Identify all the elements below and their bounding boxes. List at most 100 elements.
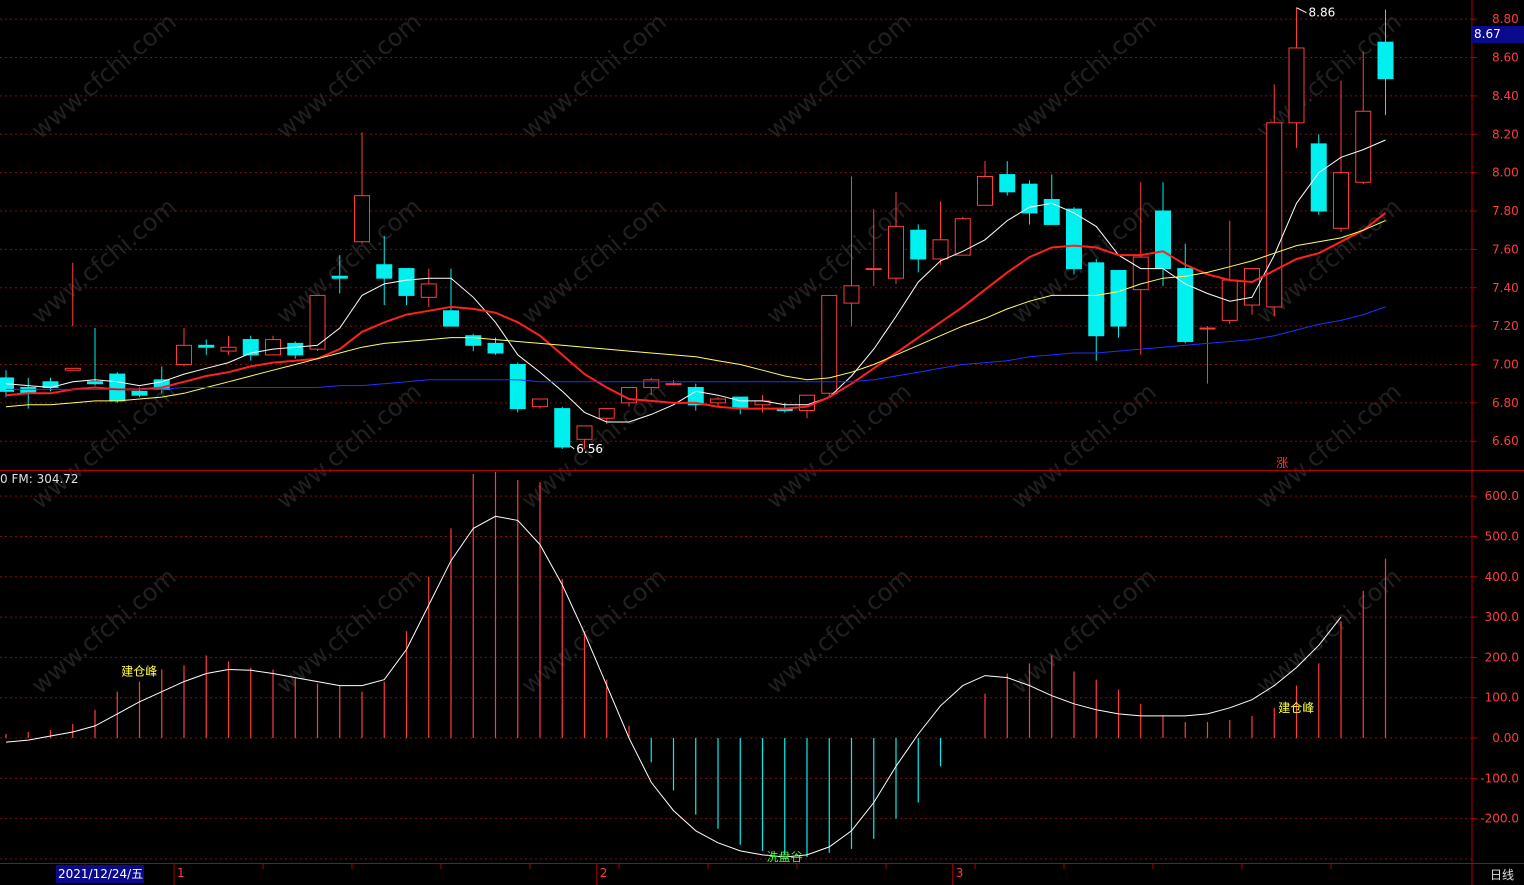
month-label: 2 bbox=[600, 866, 608, 880]
candle-up bbox=[420, 283, 437, 298]
candle-up bbox=[1199, 327, 1216, 330]
price-tick-label: 8.40 bbox=[1492, 89, 1519, 103]
high-marker bbox=[1296, 7, 1307, 14]
indicator-tick-label: 400.0 bbox=[1485, 570, 1519, 584]
indicator-tick-label: 0.00 bbox=[1492, 731, 1519, 745]
watermark-text: www.cfchi.com bbox=[761, 7, 917, 144]
price-tick-label: 8.00 bbox=[1492, 166, 1519, 180]
watermark-text: www.cfchi.com bbox=[1006, 7, 1162, 144]
candle-up bbox=[865, 268, 882, 271]
candle-up bbox=[954, 218, 971, 256]
watermark-text: www.cfchi.com bbox=[1006, 377, 1162, 514]
candle-up bbox=[220, 346, 237, 352]
indicator-annotation: 建仓峰 bbox=[1278, 701, 1314, 715]
watermark-text: www.cfchi.com bbox=[271, 7, 427, 144]
candle-up bbox=[1333, 172, 1349, 229]
candle-up bbox=[1266, 122, 1283, 308]
candle-down bbox=[443, 310, 459, 327]
watermark-text: www.cfchi.com bbox=[26, 562, 182, 699]
price-tick-label: 6.80 bbox=[1492, 396, 1519, 410]
candle-down bbox=[198, 344, 215, 348]
candle-down bbox=[1310, 143, 1327, 212]
candlestick-series bbox=[0, 7, 1394, 449]
candle-up bbox=[665, 383, 682, 386]
indicator-tick-label: 500.0 bbox=[1485, 529, 1519, 543]
indicator-annotation: 洗盘谷 bbox=[767, 849, 803, 864]
candle-down bbox=[999, 174, 1016, 193]
high-price-label: 8.86 bbox=[1309, 6, 1336, 20]
watermark-text: www.cfchi.com bbox=[271, 192, 427, 329]
watermark-text: www.cfchi.com bbox=[26, 192, 182, 329]
watermark-text: www.cfchi.com bbox=[26, 377, 182, 514]
candle-down bbox=[1155, 210, 1171, 270]
candle-up bbox=[1288, 47, 1305, 124]
candle-up bbox=[354, 195, 370, 243]
candle-down bbox=[487, 342, 504, 354]
watermark-layer: www.cfchi.com www.cfchi.com www.cfchi.com w… bbox=[26, 7, 1407, 699]
candle-down bbox=[1088, 262, 1105, 337]
month-label: 3 bbox=[956, 866, 964, 880]
candle-down bbox=[287, 342, 304, 356]
indicator-tick-label: 600.0 bbox=[1485, 489, 1519, 503]
candle-up bbox=[598, 408, 615, 419]
candle-down bbox=[910, 229, 927, 260]
candle-up bbox=[977, 175, 993, 206]
candle-down bbox=[1066, 208, 1082, 270]
indicator-tick-label: 300.0 bbox=[1485, 610, 1519, 624]
price-tick-label: 7.00 bbox=[1492, 357, 1519, 371]
price-tick-label: 8.20 bbox=[1492, 127, 1519, 141]
indicator-y-axis: 600.0 500.0 400.0 300.0 200.0 100.0 0.00 -100.0… bbox=[1472, 489, 1519, 826]
candle-down bbox=[398, 268, 415, 296]
watermark-text: www.cfchi.com bbox=[761, 562, 917, 699]
chart-annotations: 8.86 6.56 涨建仓峰洗盘谷 建仓峰 bbox=[121, 6, 1335, 864]
candle-up bbox=[1355, 110, 1372, 183]
watermark-text: www.cfchi.com bbox=[516, 562, 672, 699]
candle-up bbox=[532, 398, 548, 408]
current-price-badge: 8.67 bbox=[1472, 26, 1524, 43]
candle-up bbox=[176, 344, 192, 365]
indicator-fm-label: 0 FM: 304.72 bbox=[0, 472, 79, 486]
watermark-text: www.cfchi.com bbox=[1251, 377, 1407, 514]
candle-up bbox=[265, 339, 281, 356]
candle-up bbox=[643, 379, 660, 389]
indicator-tick-label: -200.0 bbox=[1480, 812, 1519, 826]
candle-down bbox=[509, 363, 526, 410]
candle-down bbox=[87, 381, 103, 385]
watermark-text: www.cfchi.com bbox=[516, 7, 672, 144]
price-tick-label: 8.60 bbox=[1492, 51, 1519, 65]
watermark-text: www.cfchi.com bbox=[516, 192, 672, 329]
price-tick-label: 7.80 bbox=[1492, 204, 1519, 218]
month-label: 1 bbox=[177, 866, 185, 880]
candle-up bbox=[843, 285, 860, 304]
indicator-tick-label: -100.0 bbox=[1480, 771, 1519, 785]
watermark-text: www.cfchi.com bbox=[271, 562, 427, 699]
candle-up bbox=[1132, 256, 1149, 291]
candle-down bbox=[1177, 268, 1194, 342]
watermark-text: www.cfchi.com bbox=[1251, 562, 1407, 699]
candle-up bbox=[932, 239, 949, 260]
candle-up bbox=[64, 367, 81, 371]
price-y-axis: 8.80 8.60 8.40 8.20 8.00 7.80 7.60 7.40 7.20 7.00… bbox=[1472, 12, 1519, 448]
candle-down bbox=[1377, 41, 1394, 80]
low-price-label: 6.56 bbox=[576, 442, 603, 456]
candle-down bbox=[1110, 269, 1127, 327]
grid-layer bbox=[0, 18, 1472, 860]
candle-down bbox=[554, 408, 571, 448]
cursor-date-badge: 2021/12/24/五 bbox=[56, 865, 144, 883]
watermark-text: www.cfchi.com bbox=[271, 377, 427, 514]
price-tick-label: 6.60 bbox=[1492, 434, 1519, 448]
candle-down bbox=[732, 396, 749, 410]
limit-up-marker: 涨 bbox=[1276, 455, 1288, 470]
candle-down bbox=[1021, 183, 1038, 214]
candle-down bbox=[331, 275, 348, 279]
indicator-tick-label: 100.0 bbox=[1485, 691, 1519, 705]
indicator-bars bbox=[5, 472, 1387, 857]
watermark-text: www.cfchi.com bbox=[761, 377, 917, 514]
price-tick-label: 8.80 bbox=[1492, 12, 1519, 26]
candle-down bbox=[109, 373, 126, 402]
period-label[interactable]: 日线 bbox=[1490, 866, 1514, 883]
price-tick-label: 7.60 bbox=[1492, 242, 1519, 256]
stock-chart: www.cfchi.com www.cfchi.com www.cfchi.com w… bbox=[0, 0, 1524, 885]
candle-up bbox=[888, 225, 904, 279]
candle-up bbox=[576, 425, 593, 440]
